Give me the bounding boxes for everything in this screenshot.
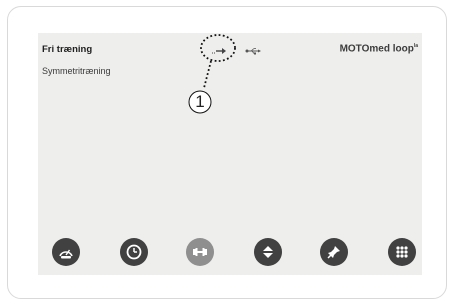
pin-button[interactable] <box>320 238 348 266</box>
brand-name: MOTOmed loop <box>339 43 414 55</box>
brand-logo: MOTOmed loopla <box>340 43 418 54</box>
page-title: Fri træning <box>42 44 93 55</box>
strength-button[interactable] <box>186 238 214 266</box>
clock-icon <box>126 244 142 260</box>
up-down-arrows-icon <box>262 246 274 258</box>
speedometer-icon <box>59 249 73 259</box>
grid-menu-icon <box>396 246 408 258</box>
timer-button[interactable] <box>120 238 148 266</box>
menu-button[interactable] <box>388 238 416 266</box>
callout-number: 1 <box>195 92 205 111</box>
pin-icon <box>327 246 340 259</box>
page-subtitle: Symmetritræning <box>42 66 111 76</box>
speedometer-button[interactable] <box>52 238 80 266</box>
adjust-button[interactable] <box>254 238 282 266</box>
dumbbell-icon <box>193 248 207 256</box>
brand-superscript: la <box>413 43 418 49</box>
